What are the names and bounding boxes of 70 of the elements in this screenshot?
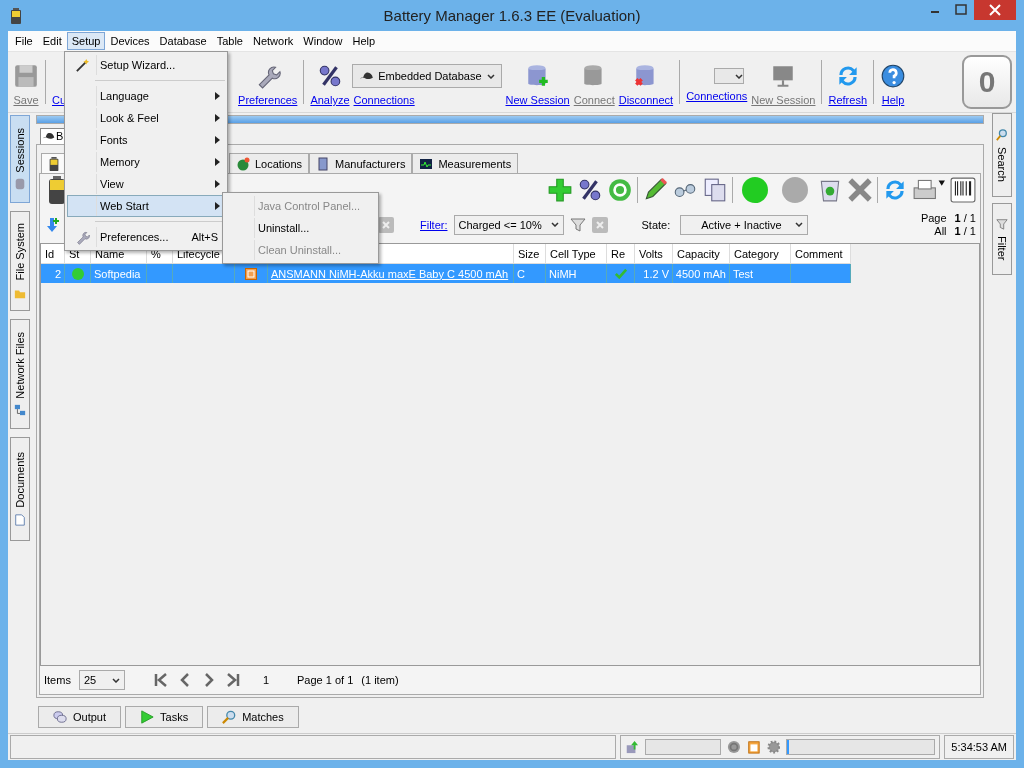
panel-tab[interactable]: Tasks	[125, 706, 204, 728]
side-tab[interactable]: Filter	[992, 203, 1012, 275]
menu-item[interactable]: Table	[211, 32, 248, 50]
menu-item[interactable]: Setup	[66, 32, 106, 50]
column-header[interactable]: Id	[41, 244, 65, 264]
toolbar-button[interactable]: Refresh	[826, 58, 869, 106]
column-header[interactable]: Capacity	[673, 244, 730, 264]
view-tab[interactable]: Locations	[229, 153, 310, 173]
column-header[interactable]: Comment	[791, 244, 851, 264]
page-label: Page	[920, 211, 947, 225]
menu-item[interactable]: Network	[247, 32, 299, 50]
panel-tab[interactable]: Output	[38, 706, 122, 728]
toolbar-button[interactable]: New Session	[503, 58, 572, 106]
side-tab[interactable]: Network Files	[10, 319, 30, 429]
page-info: Page 1 of 1	[297, 674, 354, 686]
menu-item[interactable]: Window	[298, 32, 348, 50]
menu-item[interactable]: Database	[154, 32, 212, 50]
menu-item[interactable]: File	[10, 32, 38, 50]
toolbar-link[interactable]: Connections	[353, 94, 415, 106]
state-label: State:	[641, 218, 671, 231]
menu-item[interactable]: View	[67, 173, 225, 195]
column-header[interactable]: Cell Type	[546, 244, 607, 264]
column-header[interactable]: Category	[730, 244, 791, 264]
panel-tab[interactable]: Matches	[207, 706, 299, 728]
table-cell: Softpedia	[91, 264, 147, 283]
view-tab[interactable]: Measurements	[412, 153, 519, 173]
toolbar-button[interactable]: Help	[878, 58, 908, 106]
menu-item[interactable]: Devices	[105, 32, 155, 50]
table-cell: NiMH	[546, 264, 607, 283]
filter-dropdown[interactable]: Charged <= 10%	[453, 214, 564, 235]
menu-item[interactable]: Setup Wizard...	[67, 54, 225, 76]
toolbar-button[interactable]: Preferences	[236, 58, 300, 106]
side-tab[interactable]: Documents	[10, 437, 30, 541]
all-count: 1 / 1	[954, 224, 976, 238]
table-cell: C	[514, 264, 546, 283]
clock: 5:34:53 AM	[944, 735, 1014, 759]
side-tab[interactable]: Sessions	[10, 115, 30, 203]
state-dropdown[interactable]: Active + Inactive	[680, 214, 809, 235]
menu-item[interactable]: Language	[67, 85, 225, 107]
menu-item[interactable]: Web Start	[67, 195, 225, 217]
page-count: 1 / 1	[954, 211, 976, 225]
toolbar-link[interactable]: Connections	[686, 90, 748, 102]
menu-item[interactable]: Memory	[67, 151, 225, 173]
menu-item[interactable]: Help	[347, 32, 381, 50]
toolbar-button[interactable]: Disconnect	[616, 58, 676, 106]
items-label: Items	[44, 674, 71, 686]
table-cell: Test	[730, 264, 791, 283]
table-cell: 2	[41, 264, 65, 283]
toolbar-button[interactable]: Analyze	[308, 58, 352, 106]
side-tab[interactable]: Search	[992, 113, 1012, 197]
view-tab[interactable]: Manufacturers	[309, 153, 413, 173]
session-tab[interactable]: B	[40, 127, 66, 144]
table-cell: 4500 mAh	[673, 264, 730, 283]
page-number-field[interactable]: 1	[262, 674, 270, 686]
database-dropdown[interactable]: Embedded Database	[351, 64, 502, 88]
side-tab[interactable]: File System	[10, 211, 30, 311]
menu-item[interactable]: Edit	[37, 32, 67, 50]
menu-item[interactable]: Uninstall...	[225, 217, 376, 239]
window-title: Battery Manager 1.6.3 EE (Evaluation)	[382, 7, 642, 24]
item-count: (1 item)	[361, 674, 399, 686]
counter-display: 0	[962, 55, 1012, 109]
column-header[interactable]: Size	[514, 244, 546, 264]
table-cell: 1.2 V	[635, 264, 673, 283]
column-header[interactable]: Volts	[635, 244, 673, 264]
filter-link[interactable]: Filter:	[420, 218, 448, 231]
column-header[interactable]: Re	[607, 244, 635, 264]
menu-item[interactable]: Look & Feel	[67, 107, 225, 129]
menu-item[interactable]: Fonts	[67, 129, 225, 151]
items-per-page-dropdown[interactable]: 25	[78, 670, 125, 690]
all-label: All	[933, 224, 947, 238]
